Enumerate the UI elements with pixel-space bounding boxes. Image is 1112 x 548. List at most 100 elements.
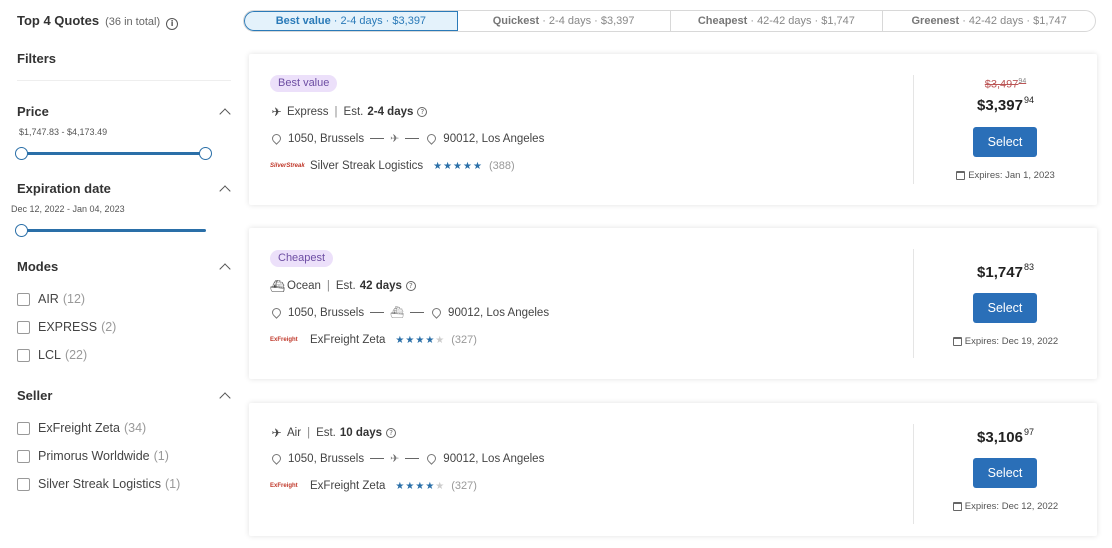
tab-label: Best value [275,15,331,27]
rating-stars-icon: ★★★★★ [395,480,446,492]
calendar-icon [952,502,962,511]
option-count: (12) [62,292,86,306]
location-pin-icon [270,132,283,145]
tab-cheapest[interactable]: Cheapest · 42-42 days · $1,747 [671,11,884,31]
checkbox[interactable] [17,449,30,463]
best-value-badge: Best value [270,75,338,92]
est-days: 42 days [359,280,402,292]
route-dash [370,138,385,139]
calendar-icon [952,337,962,346]
tab-detail: · 42-42 days · $1,747 [750,15,855,27]
chevron-up-icon[interactable] [219,392,231,404]
select-button[interactable]: Select [973,127,1037,157]
option-label: EXPRESS [38,320,98,334]
tab-greenest[interactable]: Greenest · 42-42 days · $1,747 [883,11,1095,31]
option-label: ExFreight Zeta [38,421,120,435]
price-slider-max-handle[interactable] [199,147,212,160]
origin: 1050, Brussels [288,306,365,319]
option-label: AIR [38,292,59,306]
expiry-line: Expires: Dec 12, 2022 [914,501,1097,512]
tab-label: Cheapest [697,15,748,27]
help-icon[interactable]: ? [417,107,428,117]
chevron-up-icon[interactable] [219,263,231,275]
seller-section-title: Seller [17,388,53,403]
mode-air-option[interactable]: AIR (12) [17,292,85,306]
origin: 1050, Brussels [288,132,365,145]
location-pin-icon [270,452,283,465]
destination: 90012, Los Angeles [443,452,545,465]
price-column: $3,10697 Select Expires: Dec 12, 2022 [914,403,1097,536]
price-value: $1,747 [977,264,1023,281]
tab-best-value[interactable]: Best value · 2-4 days · $3,397 [244,11,458,31]
price: $3,10697 [914,427,1097,446]
tab-detail: · 42-42 days · $1,747 [962,15,1067,27]
option-label: Primorus Worldwide [38,449,150,463]
price-range-text: $1,747.83 - $4,173.49 [19,127,108,137]
expiration-section-title: Expiration date [17,181,111,196]
checkbox[interactable] [17,292,30,306]
old-price-cents: 94 [1018,78,1027,85]
option-label: LCL [38,348,61,362]
expiration-slider-handle[interactable] [15,224,28,237]
est-days: 2-4 days [367,106,414,118]
seller-silverstreak-option[interactable]: Silver Streak Logistics (1) [17,477,180,491]
seller-line: ExFreight ExFreight Zeta ★★★★★ (327) [270,480,477,492]
airplane-icon: ✈ [271,426,282,440]
est-days: 10 days [339,427,383,439]
ship-icon: ⛴ [390,306,405,319]
mode-lcl-option[interactable]: LCL (22) [17,348,87,362]
seller-name: ExFreight Zeta [310,334,386,346]
expiration-slider-track[interactable] [21,229,206,232]
tab-detail: · 2-4 days · $3,397 [333,15,427,27]
seller-line: ExFreight ExFreight Zeta ★★★★★ (327) [270,334,477,346]
price-cents: 83 [1023,262,1034,272]
route-dash [410,312,425,313]
checkbox[interactable] [17,421,30,435]
tab-detail: · 2-4 days · $3,397 [542,15,635,27]
express-plane-icon: ✈ [390,132,400,145]
option-count: (1) [153,449,169,463]
route-dash [370,312,385,313]
seller-line: SilverStreak Silver Streak Logistics ★★★… [270,160,515,172]
price-slider-min-handle[interactable] [15,147,28,160]
chevron-up-icon[interactable] [219,185,231,197]
review-count: (327) [451,480,477,492]
quote-card[interactable]: Cheapest ⛴ Ocean | Est. 42 days ? 1050, B… [249,228,1097,379]
checkbox[interactable] [17,477,30,491]
checkbox[interactable] [17,320,30,334]
seller-exfreight-option[interactable]: ExFreight Zeta (34) [17,421,146,435]
expires-text: Expires: Dec 12, 2022 [964,501,1059,512]
expires-text: Expires: Jan 1, 2023 [968,170,1055,181]
airplane-icon: ✈ [390,452,400,465]
quote-card[interactable]: Best value ✈ Express | Est. 2-4 days ? 10… [249,54,1097,205]
help-icon[interactable]: ? [405,281,416,291]
price-cents: 97 [1023,427,1034,437]
option-count: (22) [64,348,88,362]
expiry-line: Expires: Dec 19, 2022 [914,336,1097,347]
rating-stars-icon: ★★★★★ [395,334,446,346]
destination: 90012, Los Angeles [448,306,550,319]
est-prefix: Est. [335,280,356,292]
chevron-up-icon[interactable] [219,108,231,120]
rating-stars-icon: ★★★★★ [433,160,483,172]
select-button[interactable]: Select [973,293,1037,323]
select-button[interactable]: Select [973,458,1037,488]
seller-primorus-option[interactable]: Primorus Worldwide (1) [17,449,169,463]
location-pin-icon [425,132,439,145]
ship-icon: ⛴ [270,279,286,293]
calendar-icon [956,171,966,180]
expiration-range-text: Dec 12, 2022 - Jan 04, 2023 [11,204,125,214]
route-dash [405,138,420,139]
filters-title: Filters [17,51,57,66]
destination: 90012, Los Angeles [443,132,545,145]
expires-text: Expires: Dec 19, 2022 [964,336,1059,347]
checkbox[interactable] [17,348,30,362]
quote-card[interactable]: ✈ Air | Est. 10 days ? 1050, Brussels ✈ 9… [249,403,1097,536]
help-icon[interactable]: ? [386,428,397,438]
mode-label: Express [287,106,329,118]
route-dash [405,458,420,459]
tab-quickest[interactable]: Quickest · 2-4 days · $3,397 [458,11,671,31]
mode-express-option[interactable]: EXPRESS (2) [17,320,116,334]
price-slider-track[interactable] [21,152,206,155]
sort-tabs: Best value · 2-4 days · $3,397 Quickest … [243,10,1096,32]
